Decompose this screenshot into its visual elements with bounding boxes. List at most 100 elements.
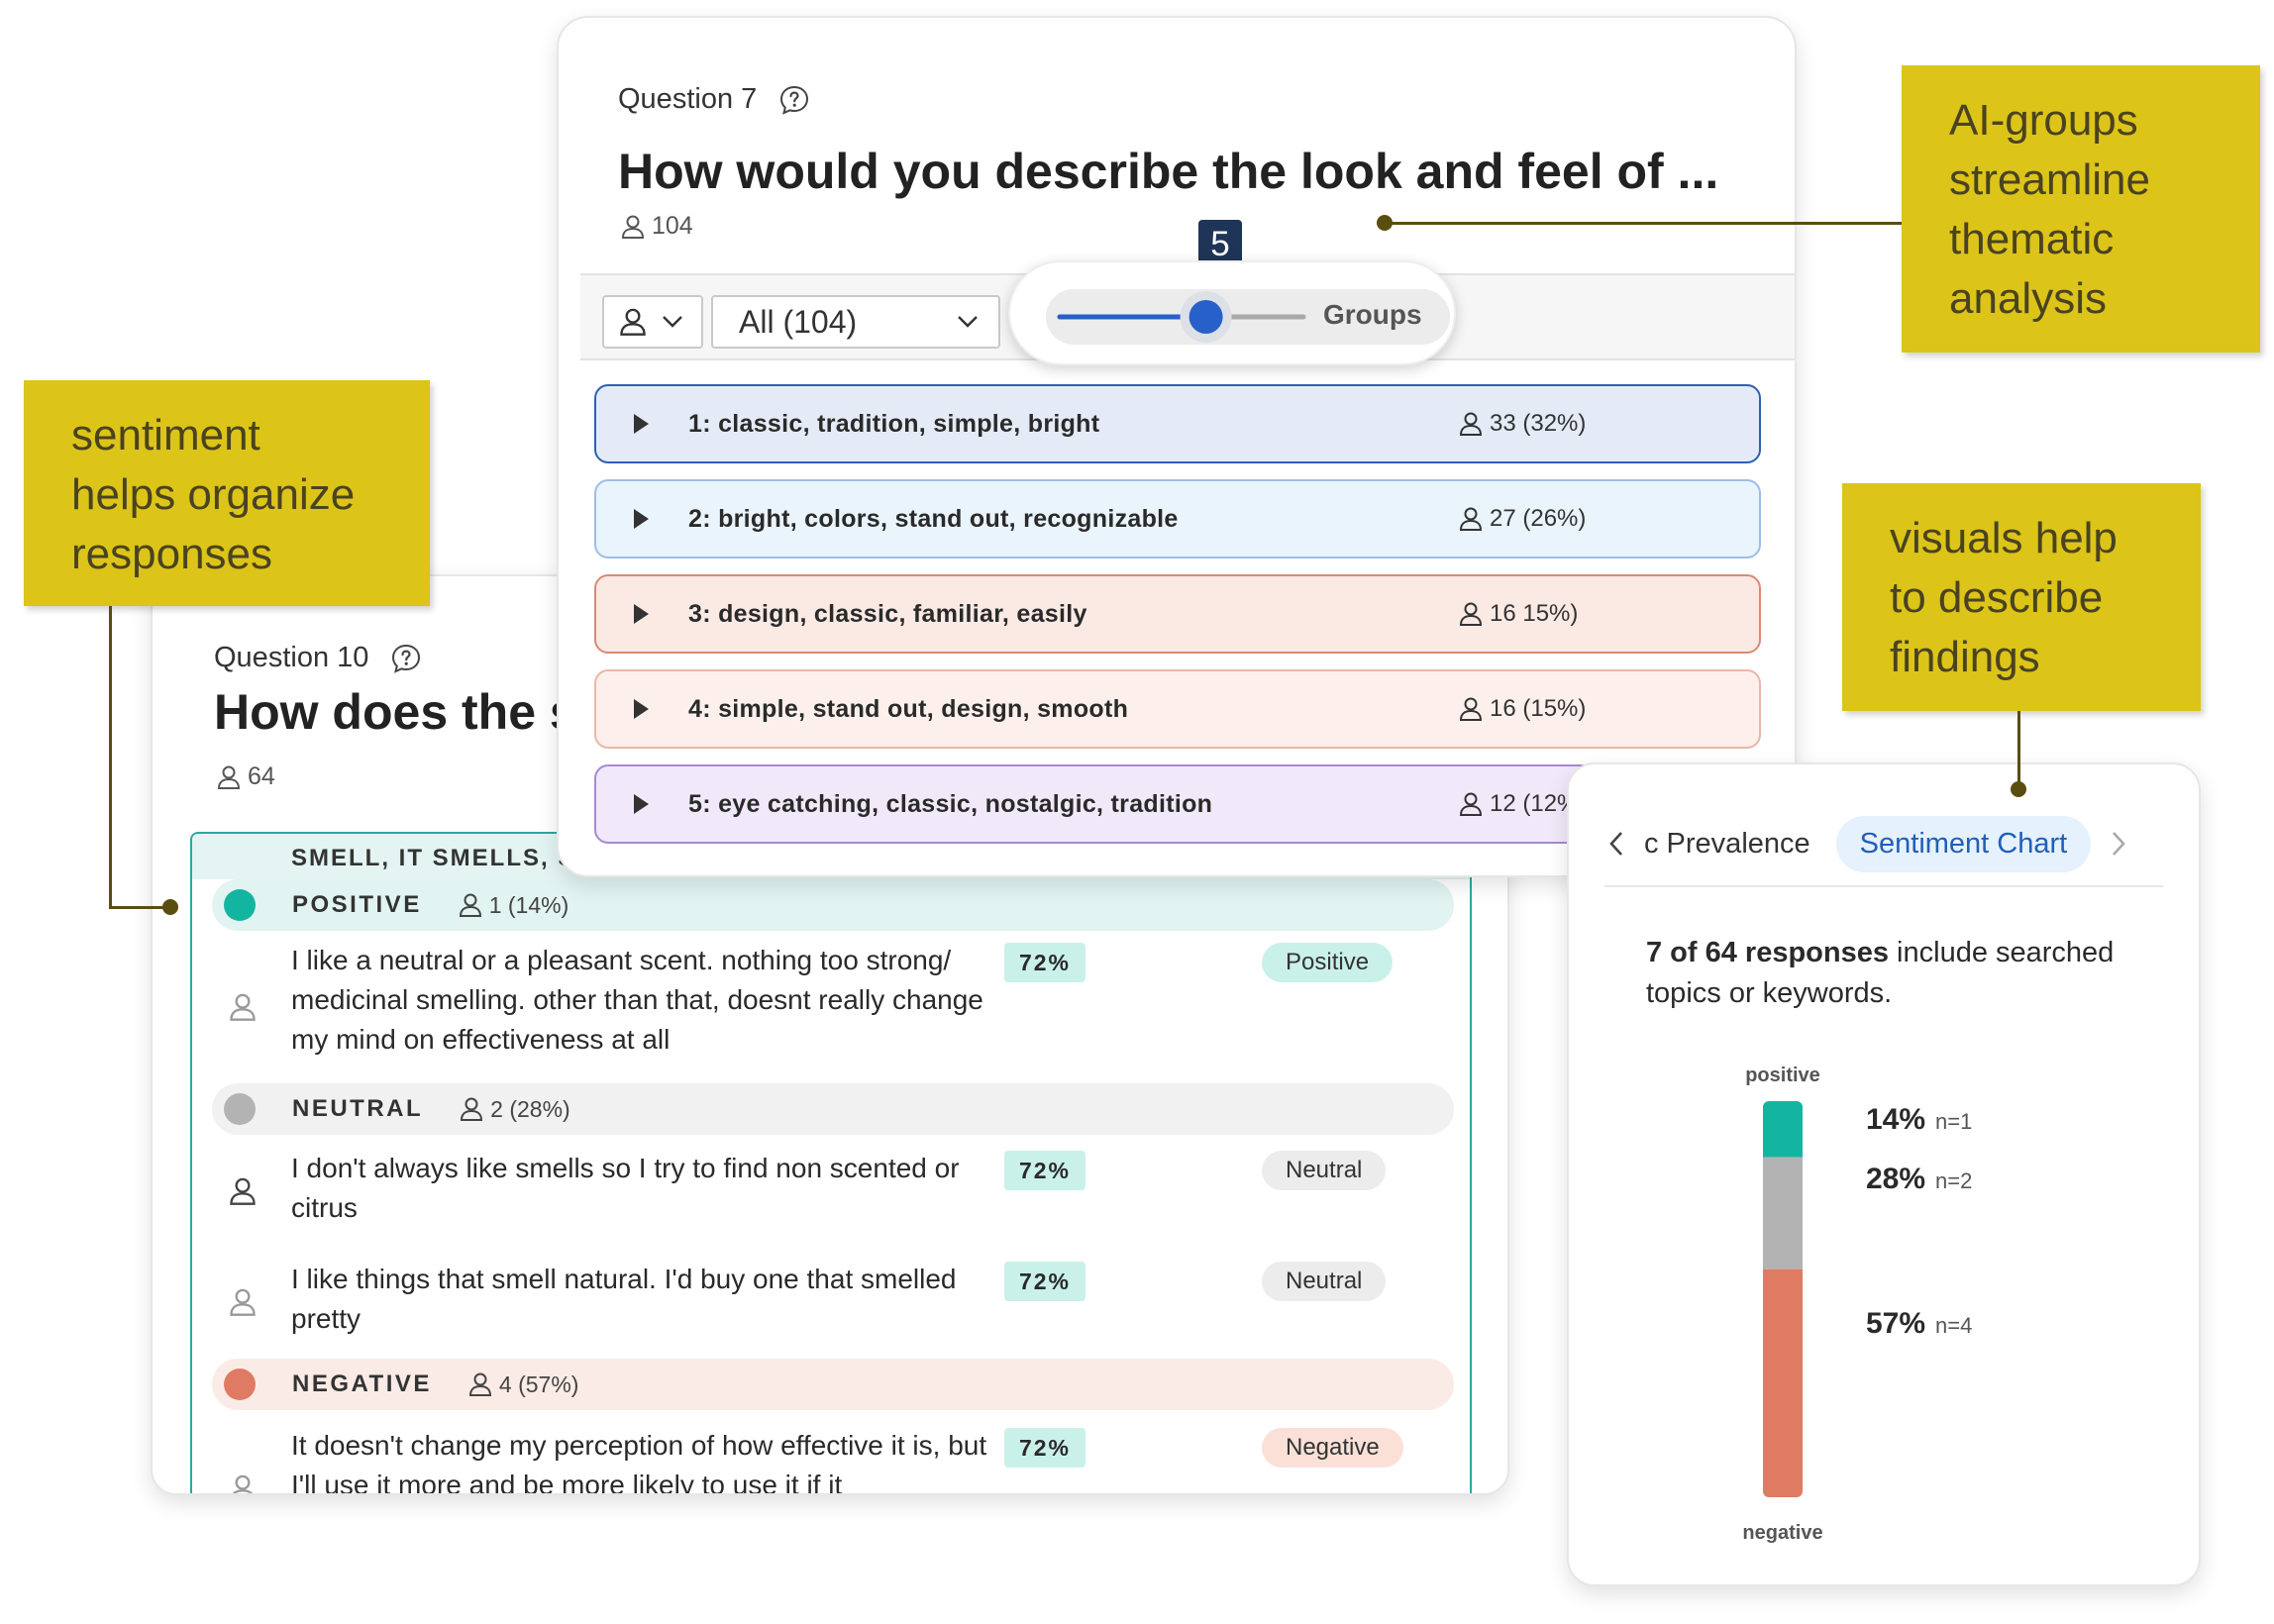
theme-group-name: 3: design, classic, familiar, easily: [688, 599, 1087, 628]
theme-group-count: 16 15%): [1458, 600, 1578, 628]
chevron-down-icon: [958, 316, 978, 328]
match-percent: 72%: [1004, 1151, 1085, 1190]
sentiment-group-negative[interactable]: NEGATIVE 4 (57%): [212, 1359, 1454, 1410]
group-label: NEGATIVE: [292, 1370, 432, 1397]
person-icon: [230, 1288, 256, 1316]
response-text: I like things that smell natural. I'd bu…: [291, 1264, 957, 1334]
sentiment-group-positive[interactable]: POSITIVE 1 (14%): [212, 879, 1454, 931]
person-icon: [468, 1372, 491, 1396]
person-icon: [1459, 602, 1483, 626]
person-icon: [621, 215, 645, 239]
response-row: I like things that smell natural. I'd bu…: [212, 1246, 1454, 1359]
note-line: to describe: [1890, 573, 2104, 622]
response-text: I like a neutral or a pleasant scent. no…: [291, 945, 983, 1055]
theme-group-row[interactable]: 1: classic, tradition, simple, bright 33…: [594, 384, 1761, 463]
axis-label-top: positive: [1745, 1065, 1820, 1086]
theme-group-name: 4: simple, stand out, design, smooth: [688, 694, 1129, 723]
sentiment-group-neutral[interactable]: NEUTRAL 2 (28%): [212, 1083, 1454, 1135]
group-count-value: 4 (57%): [498, 1370, 579, 1397]
note-line: responses: [71, 530, 273, 578]
data-label-negative: 57%: [1866, 1307, 1925, 1340]
person-icon: [620, 308, 646, 336]
response-row: It doesn't change my perception of how e…: [212, 1410, 1454, 1493]
sentiment-badge: Neutral: [1262, 1262, 1387, 1301]
theme-group-name: 2: bright, colors, stand out, recognizab…: [688, 504, 1179, 533]
response-text: I don't always like smells so I try to f…: [291, 1153, 960, 1223]
theme-group-row[interactable]: 2: bright, colors, stand out, recognizab…: [594, 479, 1761, 558]
group-count: 2 (28%): [459, 1096, 570, 1123]
note-line: findings: [1890, 633, 2040, 681]
note-ai-groups: AI-groups streamline thematic analysis: [1902, 65, 2260, 353]
match-percent: 72%: [1004, 943, 1085, 982]
data-label-positive: 14%: [1866, 1103, 1925, 1136]
person-icon: [230, 993, 256, 1021]
data-label-neutral: 28%: [1866, 1163, 1925, 1195]
expand-triangle-icon[interactable]: [634, 509, 649, 529]
group-count-value: 2 (28%): [490, 1095, 570, 1122]
bar-segment-neutral: [1763, 1157, 1803, 1269]
person-icon: [217, 765, 241, 789]
person-icon: [459, 893, 481, 917]
expand-triangle-icon[interactable]: [634, 604, 649, 624]
theme-group-count: 16 (15%): [1458, 695, 1586, 723]
theme-group-name: 5: eye catching, classic, nostalgic, tra…: [688, 789, 1213, 818]
theme-group-count-value: 27 (26%): [1490, 505, 1587, 532]
respondent-filter-dropdown[interactable]: [602, 295, 703, 349]
question-title: How does the s: [214, 684, 577, 740]
respondent-number: 104: [652, 212, 693, 240]
group-count: 1 (14%): [458, 891, 569, 919]
theme-group-count-value: 16 (15%): [1490, 695, 1587, 722]
theme-group-row[interactable]: 4: simple, stand out, design, smooth 16 …: [594, 669, 1761, 749]
neutral-dot-icon: [224, 1093, 256, 1125]
leader-line: [2017, 711, 2020, 788]
group-label: POSITIVE: [292, 891, 422, 918]
person-icon: [1459, 412, 1483, 436]
theme-group-name: 1: classic, tradition, simple, bright: [688, 409, 1100, 438]
expand-triangle-icon[interactable]: [634, 414, 649, 434]
group-count-value: 1 (14%): [488, 891, 569, 918]
expand-triangle-icon[interactable]: [634, 699, 649, 719]
sentiment-chart-card: c Prevalence Sentiment Chart 7 of 64 res…: [1567, 762, 2201, 1586]
note-line: AI-groups: [1949, 96, 2138, 145]
match-percent: 72%: [1004, 1428, 1085, 1468]
group-filter-dropdown[interactable]: All (104): [711, 295, 1000, 349]
sentiment-table: SMELL, IT SMELLS, S POSITIVE 1 (14%) I l…: [190, 832, 1472, 1493]
person-icon: [232, 1474, 254, 1493]
groups-slider-popup: Groups: [1008, 260, 1456, 365]
theme-group-count-value: 33 (32%): [1490, 410, 1587, 437]
help-icon[interactable]: [390, 643, 422, 674]
note-line: sentiment: [71, 411, 260, 459]
bar-segment-positive: [1763, 1101, 1803, 1158]
response-row: I don't always like smells so I try to f…: [212, 1135, 1454, 1246]
expand-triangle-icon[interactable]: [634, 794, 649, 814]
sentiment-badge: Negative: [1262, 1428, 1403, 1468]
slider-handle[interactable]: [1189, 300, 1223, 334]
note-line: thematic: [1949, 215, 2115, 263]
question-label: Question 10: [214, 642, 422, 674]
sentiment-badge: Positive: [1262, 943, 1394, 982]
chevron-down-icon: [663, 316, 682, 328]
question-7-card: Question 7 How would you describe the lo…: [557, 16, 1797, 877]
note-line: helps organize: [71, 470, 356, 519]
sentiment-stacked-bar: positive negative 14% n=1 28% n=2 57% n=4: [1742, 1065, 1972, 1544]
respondent-count: 104: [620, 212, 693, 241]
note-line: streamline: [1949, 155, 2150, 204]
count-label-negative: n=4: [1935, 1313, 1972, 1338]
help-icon[interactable]: [778, 84, 810, 116]
person-icon: [230, 1177, 256, 1205]
leader-line: [109, 606, 112, 909]
theme-group-row[interactable]: 3: design, classic, familiar, easily 16 …: [594, 574, 1761, 654]
leader-dot: [162, 899, 178, 915]
response-row: I like a neutral or a pleasant scent. no…: [212, 931, 1454, 1083]
leader-line: [1385, 222, 1902, 225]
filter-value: All (104): [739, 303, 858, 340]
respondent-count: 64: [216, 762, 275, 791]
count-label-positive: n=1: [1935, 1109, 1972, 1134]
theme-group-count: 33 (32%): [1458, 410, 1586, 438]
note-line: analysis: [1949, 274, 2107, 323]
theme-group-count-value: 16 15%): [1490, 600, 1579, 627]
leader-line: [109, 906, 170, 909]
bar-segment-negative: [1763, 1269, 1803, 1497]
respondent-number: 64: [248, 762, 275, 790]
match-percent: 72%: [1004, 1262, 1085, 1301]
